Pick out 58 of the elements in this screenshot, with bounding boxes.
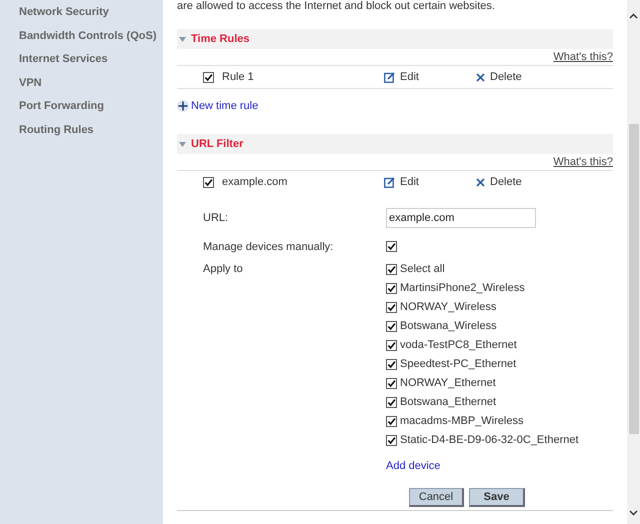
cancel-button[interactable]: Cancel [409, 488, 464, 507]
field-label: Apply to [203, 262, 244, 277]
checkbox[interactable] [386, 434, 397, 446]
edit-link[interactable]: Edit [400, 71, 419, 83]
checkbox[interactable] [203, 72, 214, 82]
section-title[interactable]: Time Rules [191, 33, 250, 45]
device-name: MartinsiPhone2_Wireless [400, 282, 525, 294]
delete-link[interactable]: Delete [490, 71, 522, 83]
sidebar-item[interactable]: VPN [0, 76, 163, 99]
sidebar-item[interactable]: Network Security [0, 5, 163, 28]
checkbox[interactable] [386, 358, 397, 370]
scroll-down-icon[interactable] [629, 510, 638, 516]
device-name: Botswana_Ethernet [400, 396, 496, 408]
field-label: Manage devices manually: [203, 240, 334, 254]
device-name: Speedtest-PC_Ethernet [400, 358, 516, 370]
sidebar-item[interactable]: Port Forwarding [0, 99, 163, 122]
checkbox[interactable] [386, 302, 397, 312]
field-label: URL: [203, 211, 230, 226]
device-name: Botswana_Wireless [400, 320, 497, 332]
checkbox[interactable] [386, 320, 397, 332]
checkbox[interactable] [386, 396, 397, 408]
device-name: Select all [400, 263, 445, 275]
save-button[interactable]: Save [469, 488, 525, 507]
device-name: NORWAY_Wireless [400, 301, 496, 313]
description-text: are allowed to access the Internet and block out certain websites. [177, 0, 496, 13]
checkbox[interactable] [386, 241, 397, 252]
checkbox[interactable] [203, 176, 214, 188]
device-name: voda-TestPC8_Ethernet [400, 339, 517, 351]
sidebar-item[interactable]: Internet Services [0, 52, 163, 76]
plus-icon[interactable] [177, 100, 189, 112]
delete-link[interactable]: Delete [490, 176, 522, 188]
url-field[interactable]: example.com [386, 208, 536, 228]
sidebar-item[interactable]: Routing Rules [0, 122, 163, 146]
device-name: macadms-MBP_Wireless [400, 415, 524, 427]
edit-icon[interactable] [384, 176, 395, 188]
checkbox[interactable] [386, 416, 397, 426]
close-icon[interactable] [476, 72, 485, 82]
checkbox[interactable] [386, 264, 397, 274]
checkbox[interactable] [386, 378, 397, 388]
device-name: Static-D4-BE-D9-06-32-0C_Ethernet [400, 434, 579, 446]
add-device-link[interactable]: Add device [386, 460, 440, 472]
device-name: NORWAY_Ethernet [400, 377, 496, 389]
close-icon[interactable] [476, 178, 485, 186]
edit-link[interactable]: Edit [400, 176, 419, 188]
rule-name: Rule 1 [222, 71, 255, 83]
section-title[interactable]: URL Filter [191, 138, 244, 150]
whats-this-link[interactable]: What's this? [553, 51, 613, 63]
whats-this-link[interactable]: What's this? [553, 156, 613, 168]
collapse-arrow-icon[interactable] [179, 142, 186, 146]
scrollbar[interactable] [627, 0, 640, 524]
collapse-arrow-icon[interactable] [179, 36, 186, 42]
rule-name: example.com [222, 176, 288, 188]
new-time-rule-link[interactable]: New time rule [191, 100, 258, 112]
checkbox[interactable] [386, 340, 397, 350]
scroll-up-icon[interactable] [629, 13, 638, 19]
sidebar-item[interactable]: Bandwidth Controls (QoS) [0, 28, 163, 52]
checkbox[interactable] [386, 282, 397, 294]
edit-icon[interactable] [384, 72, 395, 82]
